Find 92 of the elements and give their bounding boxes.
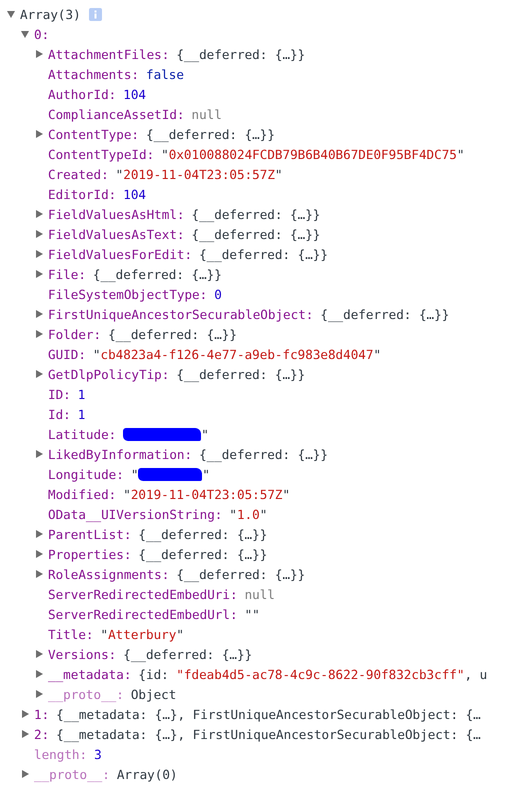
property-key: FieldValuesAsText: bbox=[48, 226, 184, 242]
property-key: ComplianceAssetId: bbox=[48, 106, 184, 122]
property-value: " bbox=[92, 346, 101, 362]
property-value: " bbox=[161, 146, 169, 162]
property-value: {__deferred: {…}} bbox=[199, 446, 328, 462]
property-key: Modified: bbox=[48, 486, 116, 502]
property-value: 1 bbox=[78, 406, 86, 422]
property-value: false bbox=[146, 66, 184, 82]
property-key: __metadata: bbox=[48, 666, 132, 682]
property-value: 3 bbox=[94, 746, 102, 762]
property-value: {__deferred: {…}} bbox=[146, 126, 275, 142]
property-key: Longitude: bbox=[48, 466, 124, 482]
property-key: 1: bbox=[34, 706, 50, 722]
property-value: " bbox=[373, 346, 382, 362]
property-key: Attachments: bbox=[48, 66, 139, 82]
property-value: " bbox=[116, 166, 124, 182]
property-value: 2019-11-04T23:05:57Z bbox=[123, 166, 275, 182]
property-value: " bbox=[176, 626, 184, 642]
property-value: {__deferred: {…}} bbox=[176, 366, 306, 382]
property-key: Properties: bbox=[48, 546, 132, 562]
property-key: 0: bbox=[34, 26, 50, 42]
property-key: Id: bbox=[48, 406, 71, 422]
property-value: " bbox=[456, 146, 464, 162]
property-value: " bbox=[229, 506, 237, 522]
property-value: {__metadata: {…}, FirstUniqueAncestorSecurableObject: {… bbox=[56, 706, 481, 722]
property-value: Array(0) bbox=[116, 766, 178, 782]
property-key: GUID: bbox=[48, 346, 86, 362]
property-key: FieldValuesForEdit: bbox=[48, 246, 192, 262]
property-value: 104 bbox=[123, 186, 146, 202]
redaction-mark bbox=[138, 468, 202, 480]
property-value: {__deferred: {…}} bbox=[138, 546, 268, 562]
property-key: __proto__: bbox=[48, 686, 124, 702]
property-key: 2: bbox=[34, 726, 50, 742]
property-value: Atterbury bbox=[108, 626, 176, 642]
property-value: " bbox=[123, 486, 131, 502]
property-key: ID: bbox=[48, 386, 71, 402]
property-value: " bbox=[202, 466, 210, 482]
property-value: {__metadata: {…}, FirstUniqueAncestorSecurableObject: {… bbox=[56, 726, 481, 742]
property-value: cb4823a4-f126-4e77-a9eb-fc983e8d4047 bbox=[100, 346, 374, 362]
property-key: Versions: bbox=[48, 646, 116, 662]
property-value: " bbox=[274, 166, 283, 182]
property-value: {__deferred: {…}} bbox=[138, 526, 268, 542]
property-value: {__deferred: {…}} bbox=[176, 566, 306, 582]
property-value: {__deferred: {…}} bbox=[108, 326, 237, 342]
property-value: 1 bbox=[78, 386, 86, 402]
property-key: length: bbox=[34, 746, 88, 762]
property-key: AttachmentFiles: bbox=[48, 46, 170, 62]
property-key: FieldValuesAsHtml: bbox=[48, 206, 184, 222]
property-value: null bbox=[191, 106, 222, 122]
property-key: GetDlpPolicyTip: bbox=[48, 366, 170, 382]
property-value: 104 bbox=[123, 86, 146, 102]
property-key: RoleAssignments: bbox=[48, 566, 170, 582]
property-value: "fdeab4d5-ac78-4c9c-8622-90f832cb3cff" bbox=[176, 666, 464, 682]
property-value: 2019-11-04T23:05:57Z bbox=[130, 486, 282, 502]
property-value: {__deferred: {…}} bbox=[123, 646, 252, 662]
property-key: ContentType: bbox=[48, 126, 139, 142]
property-key: EditorId: bbox=[48, 186, 116, 202]
property-key: __proto__: bbox=[34, 766, 110, 782]
property-value: {__deferred: {…}} bbox=[92, 266, 222, 282]
property-key: Latitude: bbox=[48, 426, 116, 442]
property-key: ServerRedirectedEmbedUri: bbox=[48, 586, 238, 602]
property-key: Title: bbox=[48, 626, 94, 642]
property-key: ServerRedirectedEmbedUrl: bbox=[48, 606, 238, 622]
property-key: LikedByInformation: bbox=[48, 446, 192, 462]
property-value: {__deferred: {…}} bbox=[191, 206, 320, 222]
property-value: null bbox=[244, 586, 275, 602]
property-key: File: bbox=[48, 266, 86, 282]
property-value: {__deferred: {…}} bbox=[176, 46, 306, 62]
property-value: {__deferred: {…}} bbox=[191, 226, 320, 242]
property-key: ParentList: bbox=[48, 526, 132, 542]
property-key: AuthorId: bbox=[48, 86, 116, 102]
array-label: Array(3) bbox=[20, 6, 81, 22]
property-value: 0x010088024FCDB79B6B40B67DE0F95BF4DC75 bbox=[168, 146, 457, 162]
property-key: FileSystemObjectType: bbox=[48, 286, 208, 302]
property-value: {__deferred: {…}} bbox=[320, 306, 450, 322]
property-value: , u bbox=[464, 666, 488, 682]
property-value: " bbox=[282, 486, 290, 502]
property-key: Created: bbox=[48, 166, 109, 182]
property-value: " bbox=[130, 466, 138, 482]
property-key: ContentTypeId: bbox=[48, 146, 154, 162]
property-value: 0 bbox=[214, 286, 222, 302]
property-value: "" bbox=[244, 606, 260, 622]
property-value: Object bbox=[130, 686, 176, 702]
property-key: FirstUniqueAncestorSecurableObject: bbox=[48, 306, 314, 322]
property-value: {__deferred: {…}} bbox=[199, 246, 328, 262]
property-key: OData__UIVersionString: bbox=[48, 506, 222, 522]
property-value: " bbox=[100, 626, 108, 642]
property-key: Folder: bbox=[48, 326, 102, 342]
property-value: " bbox=[201, 426, 209, 442]
property-value: 1.0 bbox=[236, 506, 260, 522]
property-value: " bbox=[260, 506, 268, 522]
property-value: {id: bbox=[138, 666, 170, 682]
